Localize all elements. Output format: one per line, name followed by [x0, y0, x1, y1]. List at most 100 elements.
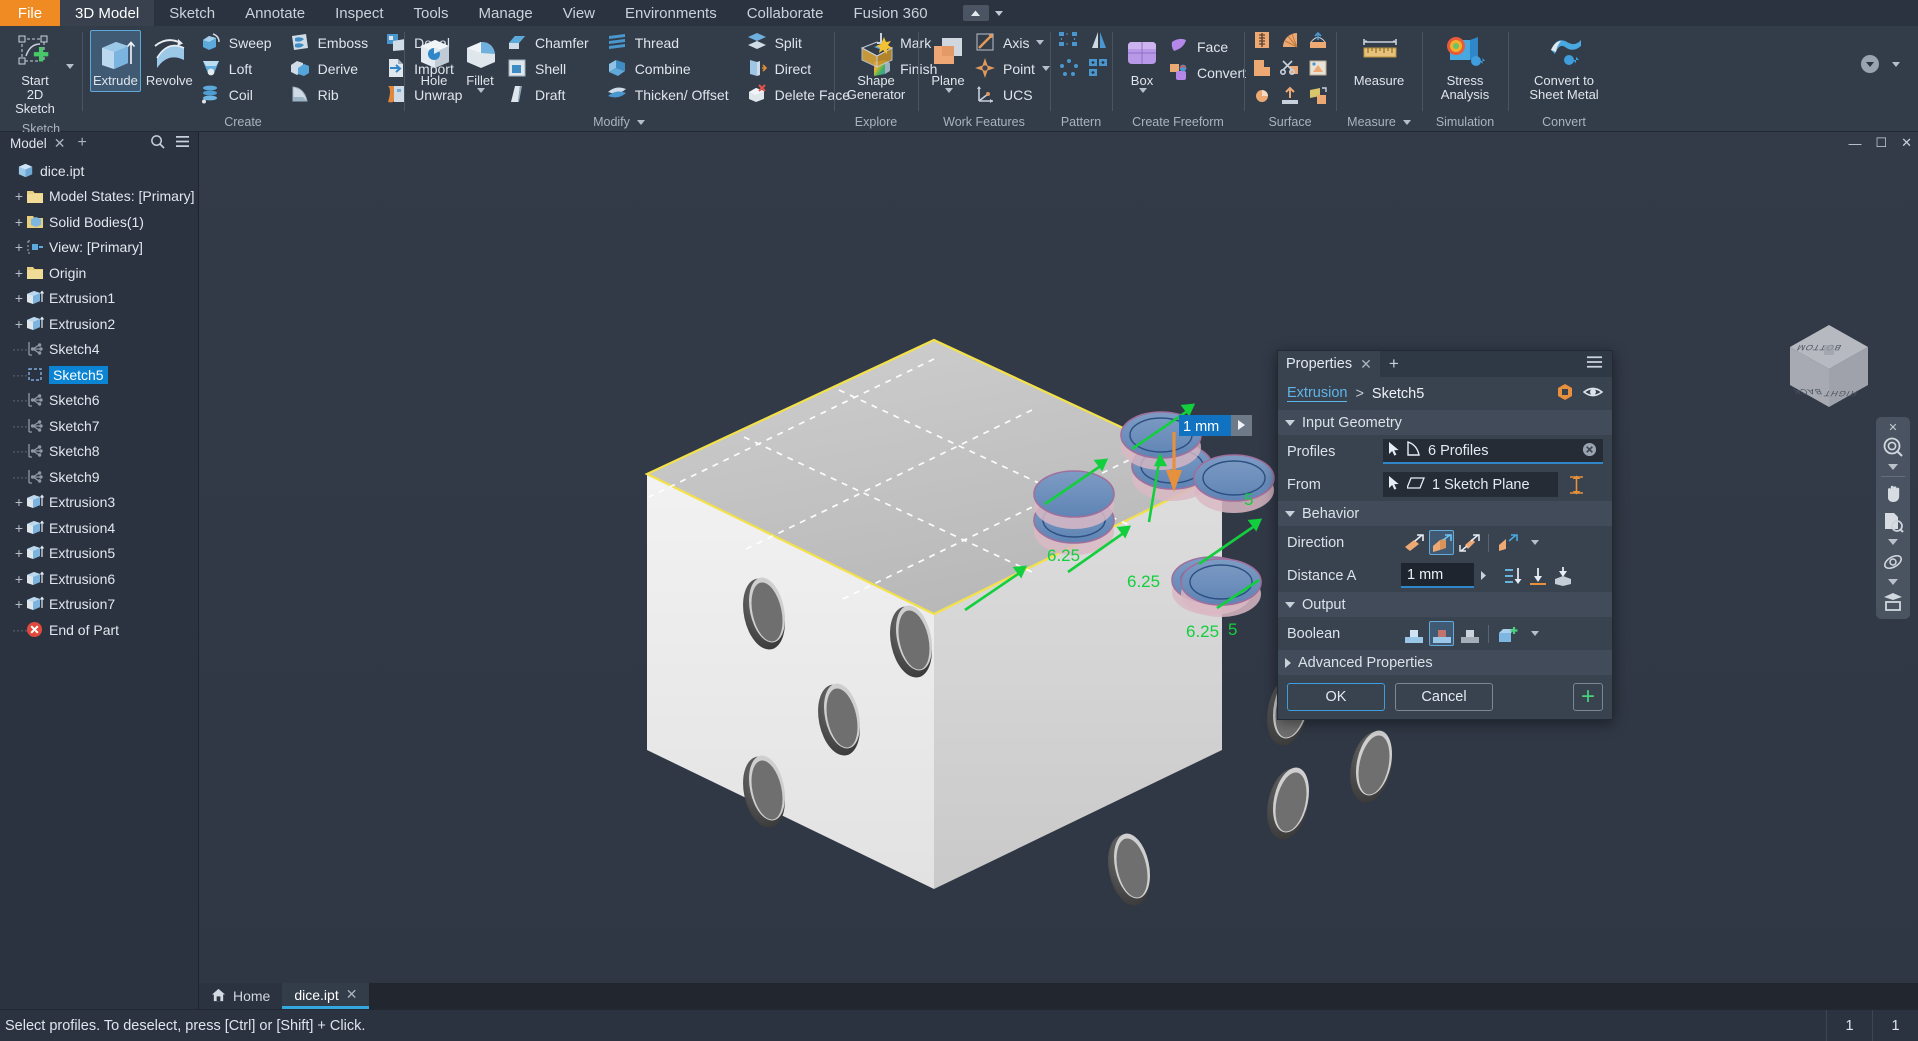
menu-tab-fusion360[interactable]: Fusion 360	[838, 0, 942, 26]
menu-tab-sketch[interactable]: Sketch	[154, 0, 230, 26]
plane-button[interactable]: Plane	[926, 30, 970, 97]
modify-chevron-down-icon[interactable]	[636, 119, 645, 125]
measure-button[interactable]: Measure	[1344, 30, 1414, 92]
freeform-box-button[interactable]: Box	[1120, 30, 1164, 97]
search-icon[interactable]	[150, 134, 165, 152]
mirror-icon[interactable]	[1088, 30, 1108, 50]
tree-item-sketch7[interactable]: ···· Sketch7	[0, 413, 198, 439]
replace-face-icon[interactable]	[1308, 58, 1328, 78]
shape-generator-button[interactable]: Shape Generator	[842, 30, 910, 106]
start-2d-sketch-chevron-down-icon[interactable]	[66, 64, 74, 69]
expand-icon[interactable]: +	[12, 545, 26, 561]
point-chevron-down-icon[interactable]	[1041, 66, 1050, 71]
isolate-icon[interactable]	[1556, 383, 1574, 405]
boolean-chevron-down-icon[interactable]	[1531, 631, 1539, 636]
expand-icon[interactable]: +	[12, 290, 26, 306]
tree-item-dice-ipt[interactable]: dice.ipt	[0, 158, 198, 184]
fillet-chevron-down-icon[interactable]	[477, 88, 485, 93]
zoom-chevron-down-icon[interactable]	[1879, 462, 1907, 472]
freeform-box-chevron-down-icon[interactable]	[1139, 88, 1147, 93]
qat-chevron-down-icon[interactable]	[994, 10, 1003, 16]
stress-analysis-button[interactable]: Stress Analysis	[1430, 30, 1500, 106]
menu-tab-collaborate[interactable]: Collaborate	[732, 0, 839, 26]
menu-tab-annotate[interactable]: Annotate	[230, 0, 320, 26]
visibility-eye-icon[interactable]	[1582, 385, 1604, 403]
extent-to-next-icon[interactable]	[1525, 563, 1550, 588]
boolean-new-solid-icon[interactable]	[1495, 621, 1520, 646]
axis-chevron-down-icon[interactable]	[1036, 40, 1045, 45]
tree-item-model-states-primary[interactable]: + Model States: [Primary]	[0, 184, 198, 210]
section-advanced-properties[interactable]: Advanced Properties	[1278, 650, 1612, 675]
hole-button[interactable]: Hole	[412, 30, 456, 92]
restore-button[interactable]: ☐	[1875, 135, 1887, 151]
rib-button[interactable]: Rib	[287, 82, 374, 107]
pan-icon[interactable]	[1879, 481, 1907, 507]
expand-icon[interactable]: +	[12, 188, 26, 204]
freeform-convert-button[interactable]: Convert	[1166, 60, 1251, 85]
fillet-button[interactable]: Fillet	[458, 30, 502, 97]
direction-flipped-icon[interactable]	[1429, 530, 1454, 555]
coil-button[interactable]: Coil	[198, 82, 277, 107]
look-at-icon[interactable]	[1879, 589, 1907, 615]
browser-add-tab-icon[interactable]: +	[72, 134, 93, 152]
circular-pattern-icon[interactable]	[1058, 58, 1078, 78]
direction-default-icon[interactable]	[1401, 530, 1426, 555]
boolean-join-icon[interactable]	[1401, 621, 1426, 646]
axis-button[interactable]: Axis	[972, 30, 1055, 55]
expand-icon[interactable]: +	[12, 571, 26, 587]
section-input-geometry[interactable]: Input Geometry	[1278, 410, 1612, 435]
point-button[interactable]: Point	[972, 56, 1055, 81]
extrude-button[interactable]: Extrude	[90, 30, 141, 92]
menu-tab-environments[interactable]: Environments	[610, 0, 732, 26]
zoom-window-chevron-down-icon[interactable]	[1879, 537, 1907, 547]
tree-item-sketch6[interactable]: ···· Sketch6	[0, 388, 198, 414]
boolean-intersect-icon[interactable]	[1457, 621, 1482, 646]
minimize-button[interactable]: —	[1848, 136, 1861, 151]
zoom-icon[interactable]	[1879, 434, 1907, 460]
menu-tab-inspect[interactable]: Inspect	[320, 0, 398, 26]
doc-tab-close-icon[interactable]: ✕	[346, 986, 358, 1003]
ruled-surface-icon[interactable]	[1252, 86, 1272, 106]
ribbon-overflow-icon[interactable]	[1858, 52, 1882, 76]
profiles-selection-field[interactable]: 6 Profiles	[1383, 439, 1603, 464]
direction-asymmetric-icon[interactable]	[1495, 530, 1520, 555]
combine-button[interactable]: Combine	[604, 56, 734, 81]
browser-tab-model[interactable]: Model ✕	[4, 135, 72, 152]
expand-icon[interactable]: +	[12, 214, 26, 230]
cancel-button[interactable]: Cancel	[1395, 683, 1493, 711]
tree-item-extrusion7[interactable]: + Extrusion7	[0, 592, 198, 618]
draft-button[interactable]: Draft	[504, 82, 594, 107]
orbit-chevron-down-icon[interactable]	[1879, 577, 1907, 587]
loft-button[interactable]: Loft	[198, 56, 277, 81]
direction-symmetric-icon[interactable]	[1457, 530, 1482, 555]
doc-tab-dice[interactable]: dice.ipt ✕	[282, 983, 370, 1009]
tree-item-extrusion6[interactable]: + Extrusion6	[0, 566, 198, 592]
boundary-patch-icon[interactable]	[1280, 86, 1300, 106]
emboss-button[interactable]: Emboss	[287, 30, 374, 55]
add-button[interactable]: +	[1573, 683, 1603, 711]
qat-chip-icon[interactable]	[962, 5, 989, 21]
menu-tab-manage[interactable]: Manage	[464, 0, 548, 26]
tree-item-extrusion2[interactable]: + Extrusion2	[0, 311, 198, 337]
derive-button[interactable]: Derive	[287, 56, 374, 81]
tree-item-extrusion3[interactable]: + Extrusion3	[0, 490, 198, 516]
tree-item-extrusion4[interactable]: + Extrusion4	[0, 515, 198, 541]
distance-a-input[interactable]: 1 mm	[1401, 563, 1474, 588]
tree-item-extrusion1[interactable]: + Extrusion1	[0, 286, 198, 312]
revolve-button[interactable]: Revolve	[143, 30, 196, 92]
doc-tab-home[interactable]: Home	[199, 983, 283, 1009]
expand-icon[interactable]: +	[12, 494, 26, 510]
tree-item-origin[interactable]: + Origin	[0, 260, 198, 286]
view-cube[interactable]: BOTTOM BACK RIGHT	[1780, 317, 1878, 415]
thread-button[interactable]: Thread	[604, 30, 734, 55]
plane-chevron-down-icon[interactable]	[945, 88, 953, 93]
section-output[interactable]: Output	[1278, 592, 1612, 617]
direction-chevron-down-icon[interactable]	[1531, 540, 1539, 545]
tree-item-extrusion5[interactable]: + Extrusion5	[0, 541, 198, 567]
measure-chevron-down-icon[interactable]	[1402, 119, 1411, 125]
breadcrumb-parent-link[interactable]: Extrusion	[1287, 385, 1348, 402]
thicken-offset-button[interactable]: Thicken/ Offset	[604, 82, 734, 107]
ucs-button[interactable]: UCS	[972, 82, 1055, 107]
zoom-window-icon[interactable]	[1879, 509, 1907, 535]
3d-viewport[interactable]: 6.25 5 6.25 5 8.333 9.333 5 6.25 5 1 mm	[199, 132, 1918, 1009]
